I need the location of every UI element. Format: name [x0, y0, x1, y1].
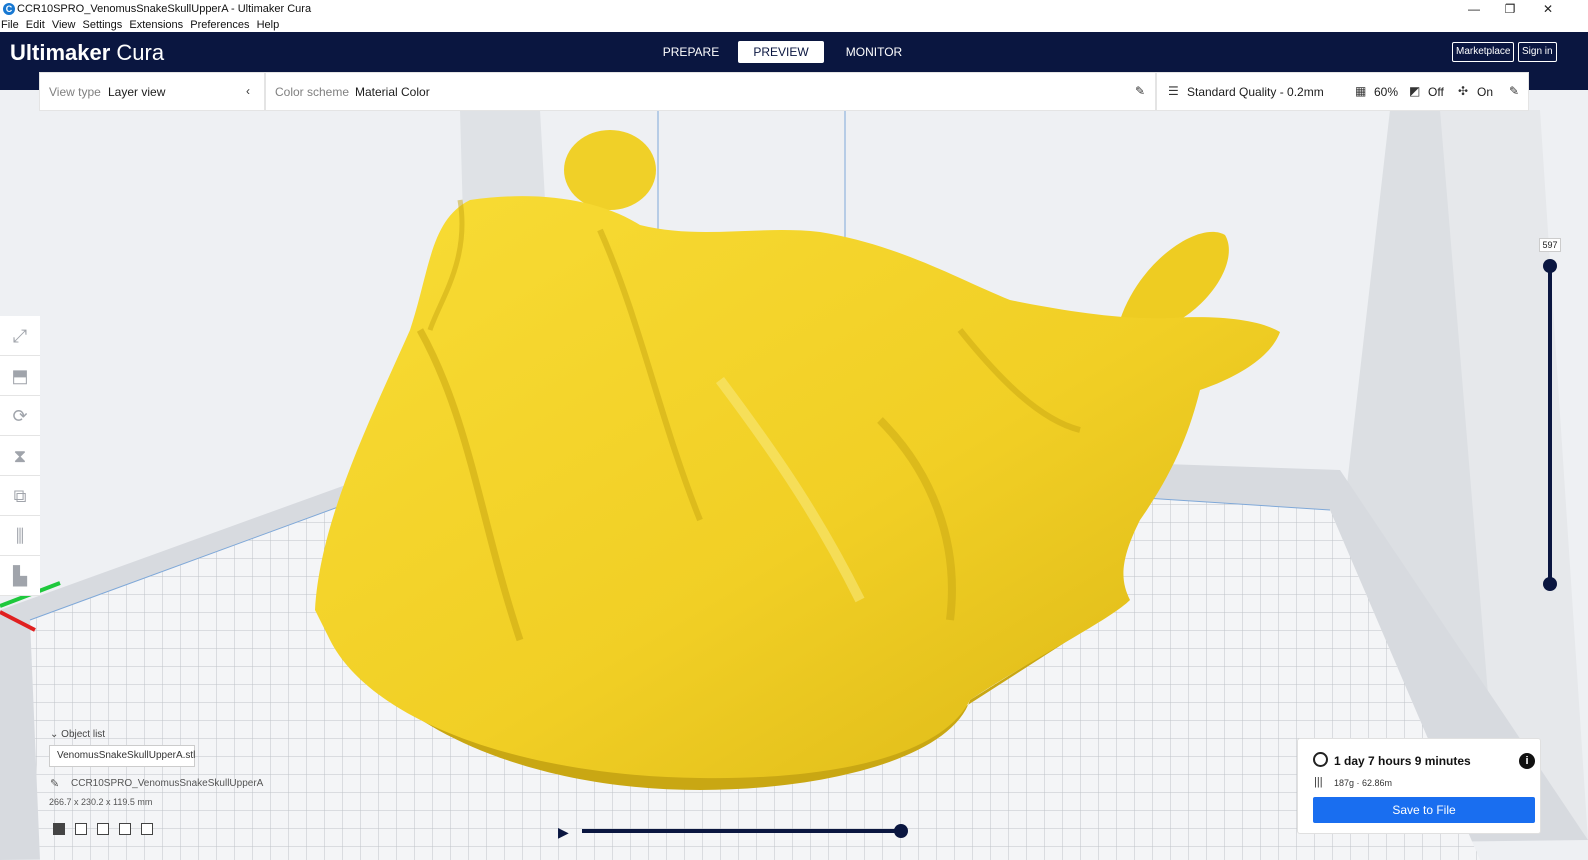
edit-pencil-icon[interactable]: ✎: [1135, 84, 1145, 98]
left-toolbox: ⤢ ⬒ ⟳ ⧗ ⧉ ⫼ ▙: [0, 316, 40, 596]
menu-file[interactable]: File: [1, 18, 19, 32]
print-info-panel: 1 day 7 hours 9 minutes i ||| 187g · 62.…: [1297, 738, 1541, 834]
left-view-icon[interactable]: [119, 823, 131, 835]
color-scheme-selector[interactable]: Color scheme Material Color ✎: [265, 72, 1156, 111]
simulation-slider-handle[interactable]: [894, 824, 908, 838]
chevron-left-icon[interactable]: ‹: [246, 84, 250, 98]
move-tool-icon[interactable]: ⤢: [0, 316, 40, 356]
front-view-icon[interactable]: [75, 823, 87, 835]
clock-icon: [1313, 752, 1328, 767]
menu-settings[interactable]: Settings: [83, 18, 123, 32]
current-layer-label: 597: [1539, 238, 1561, 252]
tab-monitor[interactable]: MONITOR: [831, 41, 917, 63]
camera-view-buttons: [53, 822, 163, 840]
restore-icon[interactable]: ❐: [1492, 0, 1528, 18]
minimize-icon[interactable]: —: [1456, 0, 1492, 18]
info-icon[interactable]: i: [1519, 753, 1535, 769]
settings-pencil-icon[interactable]: ✎: [1509, 84, 1519, 98]
infill-icon: ▦: [1355, 84, 1367, 98]
job-name-edit-icon[interactable]: ✎: [50, 777, 59, 790]
tab-preview[interactable]: PREVIEW: [738, 41, 824, 63]
object-list-item[interactable]: VenomusSnakeSkullUpperA.stl: [49, 745, 195, 767]
object-list-header: Object list: [61, 729, 106, 740]
color-scheme-value: Material Color: [355, 85, 430, 99]
ultimaker-cura-logo: Ultimaker Cura: [10, 40, 165, 65]
save-to-file-button[interactable]: Save to File: [1313, 797, 1535, 823]
window-title: CCR10SPRO_VenomusSnakeSkullUpperA - Ulti…: [17, 3, 312, 15]
menu-view[interactable]: View: [52, 18, 76, 32]
menu-bar: File Edit View Settings Extensions Prefe…: [0, 18, 1588, 32]
support-blocker-icon[interactable]: ⫼: [0, 516, 40, 556]
support-icon: ◩: [1409, 84, 1421, 98]
layer-slider-top-handle[interactable]: [1543, 259, 1557, 273]
scale-tool-icon[interactable]: ⬒: [0, 356, 40, 396]
per-model-settings-icon[interactable]: ⧉: [0, 476, 40, 516]
window-title-bar: C CCR10SPRO_VenomusSnakeSkullUpperA - Ul…: [0, 0, 1588, 18]
layer-tool-icon[interactable]: ▙: [0, 556, 40, 596]
color-scheme-label: Color scheme: [275, 85, 350, 99]
sign-in-button[interactable]: Sign in: [1518, 42, 1557, 62]
marketplace-button[interactable]: Marketplace: [1452, 42, 1515, 62]
play-icon[interactable]: ▶: [558, 824, 569, 841]
support-value: Off: [1428, 85, 1444, 99]
adhesion-value: On: [1477, 85, 1494, 99]
layer-slider-track[interactable]: [1548, 266, 1552, 584]
mirror-tool-icon[interactable]: ⧗: [0, 436, 40, 476]
view-type-label: View type: [49, 85, 101, 99]
infill-value: 60%: [1374, 85, 1399, 99]
spool-icon: |||: [1314, 776, 1323, 788]
tab-prepare[interactable]: PREPARE: [648, 41, 734, 63]
right-view-icon[interactable]: [141, 823, 153, 835]
menu-preferences[interactable]: Preferences: [190, 18, 249, 32]
adhesion-icon: ✣: [1458, 84, 1469, 98]
view-type-value: Layer view: [108, 85, 166, 99]
material-usage: 187g · 62.86m: [1334, 778, 1393, 788]
3d-view-icon[interactable]: [53, 823, 65, 835]
layer-slider-bottom-handle[interactable]: [1543, 577, 1557, 591]
model-dimensions: 266.7 x 230.2 x 119.5 mm: [49, 797, 153, 807]
job-name[interactable]: CCR10SPRO_VenomusSnakeSkullUpperA: [71, 778, 263, 789]
view-type-selector[interactable]: View type Layer view ‹: [39, 72, 265, 111]
rotate-tool-icon[interactable]: ⟳: [0, 396, 40, 436]
menu-extensions[interactable]: Extensions: [129, 18, 183, 32]
print-time: 1 day 7 hours 9 minutes: [1334, 754, 1471, 768]
cura-app-icon: C: [3, 3, 15, 15]
close-icon[interactable]: ✕: [1530, 0, 1566, 18]
object-list-toggle[interactable]: ⌄ Object list: [50, 729, 105, 740]
menu-help[interactable]: Help: [257, 18, 280, 32]
top-view-icon[interactable]: [97, 823, 109, 835]
menu-edit[interactable]: Edit: [26, 18, 45, 32]
print-settings-panel[interactable]: ☰ Standard Quality - 0.2mm ▦ 60% ◩ Off ✣…: [1156, 72, 1529, 111]
quality-profile-icon: ☰: [1168, 84, 1179, 98]
quality-profile-value: Standard Quality - 0.2mm: [1187, 85, 1324, 99]
simulation-slider-track[interactable]: [582, 829, 902, 833]
